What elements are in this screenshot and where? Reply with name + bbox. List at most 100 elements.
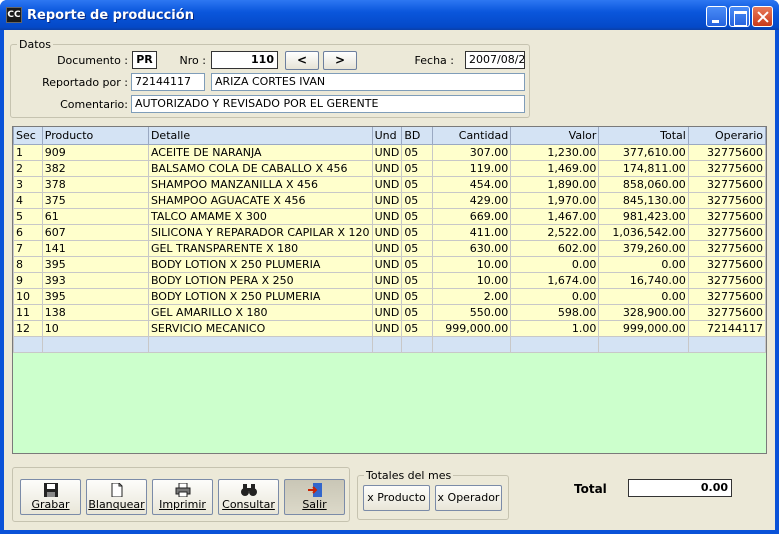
- cell-cantidad[interactable]: 999,000.00: [431, 319, 512, 337]
- maximize-button[interactable]: [729, 6, 750, 27]
- cell-valor[interactable]: 1,674.00: [510, 271, 600, 289]
- new-row-cell[interactable]: [371, 335, 403, 353]
- cell-detalle[interactable]: BODY LOTION X 250 PLUMERIA: [147, 287, 373, 305]
- cell-bd[interactable]: 05: [401, 287, 433, 305]
- cell-bd[interactable]: 05: [401, 143, 433, 161]
- imprimir-button[interactable]: Imprimir: [152, 479, 213, 515]
- cell-total[interactable]: 0.00: [598, 255, 689, 273]
- cell-cantidad[interactable]: 669.00: [431, 207, 512, 225]
- column-header-bd[interactable]: BD: [401, 127, 433, 145]
- production-grid[interactable]: Sec Producto Detalle Und BD Cantidad Val…: [12, 126, 767, 454]
- cell-producto[interactable]: 61: [41, 207, 149, 225]
- cell-und[interactable]: UND: [371, 303, 403, 321]
- cell-sec[interactable]: 2: [13, 159, 43, 177]
- cell-producto[interactable]: 382: [41, 159, 149, 177]
- cell-und[interactable]: UND: [371, 191, 403, 209]
- cell-cantidad[interactable]: 454.00: [431, 175, 512, 193]
- cell-total[interactable]: 379,260.00: [598, 239, 689, 257]
- cell-detalle[interactable]: SERVICIO MECANICO: [147, 319, 373, 337]
- cell-cantidad[interactable]: 2.00: [431, 287, 512, 305]
- comentario-field[interactable]: AUTORIZADO Y REVISADO POR EL GERENTE: [131, 95, 525, 113]
- cell-bd[interactable]: 05: [401, 207, 433, 225]
- cell-und[interactable]: UND: [371, 239, 403, 257]
- cell-cantidad[interactable]: 630.00: [431, 239, 512, 257]
- cell-detalle[interactable]: GEL AMARILLO X 180: [147, 303, 373, 321]
- cell-valor[interactable]: 598.00: [510, 303, 600, 321]
- cell-sec[interactable]: 12: [13, 319, 43, 337]
- consultar-button[interactable]: Consultar: [218, 479, 279, 515]
- cell-producto[interactable]: 138: [41, 303, 149, 321]
- cell-valor[interactable]: 0.00: [510, 287, 600, 305]
- cell-operario[interactable]: 32775600: [687, 191, 766, 209]
- cell-bd[interactable]: 05: [401, 239, 433, 257]
- previous-button[interactable]: <: [285, 51, 319, 70]
- column-header-valor[interactable]: Valor: [510, 127, 600, 145]
- cell-total[interactable]: 845,130.00: [598, 191, 689, 209]
- cell-sec[interactable]: 5: [13, 207, 43, 225]
- cell-bd[interactable]: 05: [401, 223, 433, 241]
- cell-producto[interactable]: 393: [41, 271, 149, 289]
- cell-sec[interactable]: 3: [13, 175, 43, 193]
- new-row-cell[interactable]: [147, 335, 373, 353]
- column-header-detalle[interactable]: Detalle: [147, 127, 373, 145]
- cell-operario[interactable]: 32775600: [687, 159, 766, 177]
- new-row-cell[interactable]: [13, 335, 43, 353]
- cell-valor[interactable]: 1,230.00: [510, 143, 600, 161]
- column-header-sec[interactable]: Sec: [13, 127, 43, 145]
- cell-sec[interactable]: 9: [13, 271, 43, 289]
- reportado-name-field[interactable]: ARIZA CORTES IVAN: [211, 73, 525, 91]
- cell-total[interactable]: 999,000.00: [598, 319, 689, 337]
- fecha-field[interactable]: 2007/08/23: [465, 51, 525, 69]
- cell-und[interactable]: UND: [371, 143, 403, 161]
- table-row[interactable]: 8 395 BODY LOTION X 250 PLUMERIA UND 05 10.00…: [13, 255, 766, 273]
- column-header-operario[interactable]: Operario: [687, 127, 766, 145]
- cell-producto[interactable]: 10: [41, 319, 149, 337]
- reportado-id-field[interactable]: 72144117: [131, 73, 205, 91]
- cell-sec[interactable]: 7: [13, 239, 43, 257]
- cell-cantidad[interactable]: 429.00: [431, 191, 512, 209]
- close-button[interactable]: [752, 6, 773, 27]
- table-row[interactable]: 4 375 SHAMPOO AGUACATE X 456 UND 05 429.00 1,9…: [13, 191, 766, 209]
- cell-und[interactable]: UND: [371, 255, 403, 273]
- cell-valor[interactable]: 1.00: [510, 319, 600, 337]
- table-row[interactable]: 1 909 ACEITE DE NARANJA UND 05 307.00 1,230.00…: [13, 143, 766, 161]
- cell-operario[interactable]: 32775600: [687, 223, 766, 241]
- cell-operario[interactable]: 32775600: [687, 175, 766, 193]
- cell-valor[interactable]: 602.00: [510, 239, 600, 257]
- cell-sec[interactable]: 11: [13, 303, 43, 321]
- cell-bd[interactable]: 05: [401, 159, 433, 177]
- cell-operario[interactable]: 32775600: [687, 271, 766, 289]
- cell-und[interactable]: UND: [371, 207, 403, 225]
- new-row-cell[interactable]: [598, 335, 689, 353]
- cell-total[interactable]: 858,060.00: [598, 175, 689, 193]
- cell-sec[interactable]: 10: [13, 287, 43, 305]
- cell-und[interactable]: UND: [371, 271, 403, 289]
- cell-und[interactable]: UND: [371, 287, 403, 305]
- grabar-button[interactable]: Grabar: [20, 479, 81, 515]
- cell-sec[interactable]: 4: [13, 191, 43, 209]
- cell-cantidad[interactable]: 10.00: [431, 271, 512, 289]
- minimize-button[interactable]: [706, 6, 727, 27]
- cell-detalle[interactable]: ACEITE DE NARANJA: [147, 143, 373, 161]
- column-header-cantidad[interactable]: Cantidad: [431, 127, 512, 145]
- table-row[interactable]: 5 61 TALCO AMAME X 300 UND 05 669.00 1,467.00 9…: [13, 207, 766, 225]
- salir-button[interactable]: Salir: [284, 479, 345, 515]
- new-row-cell[interactable]: [401, 335, 433, 353]
- title-bar[interactable]: CC Reporte de producción: [0, 0, 779, 30]
- table-row[interactable]: 10 395 BODY LOTION X 250 PLUMERIA UND 05 2.00…: [13, 287, 766, 305]
- cell-total[interactable]: 1,036,542.00: [598, 223, 689, 241]
- table-row[interactable]: 2 382 BALSAMO COLA DE CABALLO X 456 UND 05 11…: [13, 159, 766, 177]
- cell-operario[interactable]: 32775600: [687, 255, 766, 273]
- cell-total[interactable]: 981,423.00: [598, 207, 689, 225]
- cell-total[interactable]: 174,811.00: [598, 159, 689, 177]
- cell-bd[interactable]: 05: [401, 255, 433, 273]
- cell-detalle[interactable]: BALSAMO COLA DE CABALLO X 456: [147, 159, 373, 177]
- cell-producto[interactable]: 607: [41, 223, 149, 241]
- new-row-cell[interactable]: [687, 335, 766, 353]
- documento-field[interactable]: PR: [132, 51, 157, 69]
- cell-producto[interactable]: 909: [41, 143, 149, 161]
- cell-detalle[interactable]: GEL TRANSPARENTE X 180: [147, 239, 373, 257]
- cell-und[interactable]: UND: [371, 223, 403, 241]
- cell-und[interactable]: UND: [371, 159, 403, 177]
- cell-cantidad[interactable]: 119.00: [431, 159, 512, 177]
